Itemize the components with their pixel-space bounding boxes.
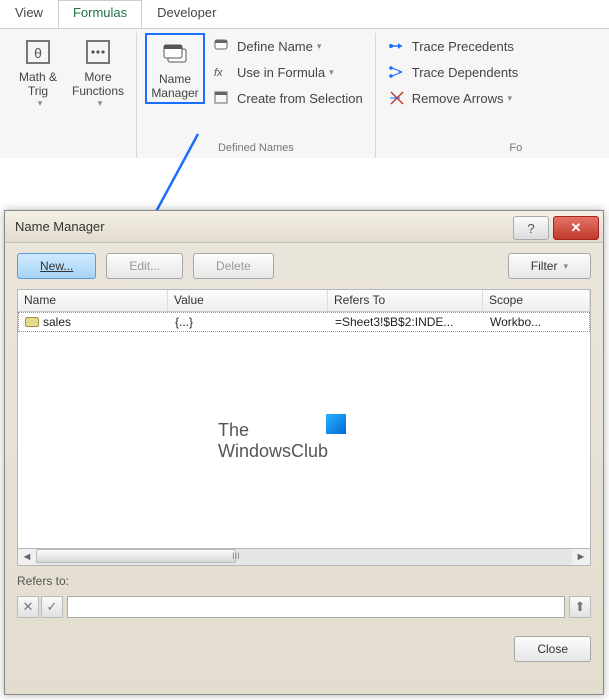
horizontal-scrollbar[interactable]: ◄ ⅠⅠⅠ ► bbox=[17, 548, 591, 566]
col-value[interactable]: Value bbox=[168, 290, 328, 311]
names-listview[interactable]: Name Value Refers To Scope sales {...} =… bbox=[17, 289, 591, 549]
col-scope[interactable]: Scope bbox=[483, 290, 590, 311]
trace-precedents-icon bbox=[388, 37, 406, 55]
scroll-right-icon[interactable]: ► bbox=[572, 551, 590, 563]
group-formula-auditing: Trace Precedents Trace Dependents Remove… bbox=[376, 33, 530, 158]
use-in-formula-label: Use in Formula bbox=[237, 65, 325, 80]
close-x-button[interactable]: ✕ bbox=[553, 216, 599, 240]
ribbon-tabs: View Formulas Developer bbox=[0, 0, 609, 28]
tag-icon bbox=[213, 37, 231, 55]
close-icon: ✕ bbox=[571, 220, 582, 236]
tab-developer[interactable]: Developer bbox=[142, 0, 231, 28]
watermark: The WindowsClub bbox=[218, 420, 328, 462]
refers-accept-button[interactable]: ✓ bbox=[41, 596, 63, 618]
name-manager-icon bbox=[158, 39, 192, 69]
chevron-down-icon: ▾ bbox=[563, 261, 568, 272]
watermark-line1: The bbox=[218, 420, 249, 441]
group-function-lib: θ Math & Trig ▾ More Functions ▾ bbox=[0, 33, 137, 158]
define-name-button[interactable]: Define Name ▾ bbox=[209, 33, 367, 59]
dialog-title: Name Manager bbox=[15, 219, 105, 234]
scroll-left-icon[interactable]: ◄ bbox=[18, 551, 36, 563]
selection-icon bbox=[213, 89, 231, 107]
svg-text:fx: fx bbox=[214, 67, 223, 79]
name-tag-icon bbox=[25, 317, 39, 327]
row-scope: Workbo... bbox=[484, 313, 589, 331]
dialog-titlebar[interactable]: Name Manager ? ✕ bbox=[5, 211, 603, 243]
check-icon: ✓ bbox=[47, 599, 58, 615]
filter-button[interactable]: Filter ▾ bbox=[508, 253, 591, 279]
help-icon: ? bbox=[527, 221, 534, 236]
math-trig-label: Math & Trig bbox=[10, 70, 66, 98]
edit-button[interactable]: Edit... bbox=[106, 253, 183, 279]
row-refers: =Sheet3!$B$2:INDE... bbox=[329, 313, 484, 331]
theta-icon: θ bbox=[21, 37, 55, 67]
group-defined-names: Name Manager Define Name ▾ fx Use in Form… bbox=[137, 33, 376, 158]
delete-button[interactable]: Delete bbox=[193, 253, 274, 279]
name-manager-label: Name Manager bbox=[149, 72, 201, 100]
name-manager-button[interactable]: Name Manager bbox=[145, 33, 205, 104]
svg-text:θ: θ bbox=[34, 45, 42, 61]
watermark-logo-icon bbox=[326, 414, 346, 434]
x-icon: ✕ bbox=[23, 599, 34, 615]
use-in-formula-button[interactable]: fx Use in Formula ▾ bbox=[209, 59, 367, 85]
remove-arrows-label: Remove Arrows bbox=[412, 91, 504, 106]
tab-view[interactable]: View bbox=[0, 0, 58, 28]
col-refers[interactable]: Refers To bbox=[328, 290, 483, 311]
more-functions-button[interactable]: More Functions ▾ bbox=[68, 33, 128, 111]
tab-formulas[interactable]: Formulas bbox=[58, 0, 142, 28]
trace-dependents-button[interactable]: Trace Dependents bbox=[384, 59, 522, 85]
chevron-down-icon: ▾ bbox=[317, 41, 322, 52]
scroll-thumb[interactable] bbox=[36, 549, 236, 563]
listview-header[interactable]: Name Value Refers To Scope bbox=[18, 290, 590, 312]
collapse-icon: ⬆ bbox=[575, 599, 586, 615]
ribbon-body: θ Math & Trig ▾ More Functions ▾ Name Ma… bbox=[0, 28, 609, 158]
collapse-dialog-button[interactable]: ⬆ bbox=[569, 596, 591, 618]
close-button[interactable]: Close bbox=[514, 636, 591, 662]
col-name[interactable]: Name bbox=[18, 290, 168, 311]
table-row[interactable]: sales {...} =Sheet3!$B$2:INDE... Workbo.… bbox=[18, 312, 590, 332]
create-from-selection-button[interactable]: Create from Selection bbox=[209, 85, 367, 111]
chevron-down-icon: ▾ bbox=[98, 98, 103, 109]
chevron-down-icon: ▾ bbox=[507, 93, 512, 104]
refers-cancel-button[interactable]: ✕ bbox=[17, 596, 39, 618]
trace-precedents-button[interactable]: Trace Precedents bbox=[384, 33, 522, 59]
trace-dependents-icon bbox=[388, 63, 406, 81]
create-from-selection-label: Create from Selection bbox=[237, 91, 363, 106]
math-trig-button[interactable]: θ Math & Trig ▾ bbox=[8, 33, 68, 111]
refers-to-label: Refers to: bbox=[17, 574, 591, 588]
more-functions-label: More Functions bbox=[70, 70, 126, 98]
scroll-grip-icon: ⅠⅠⅠ bbox=[232, 551, 240, 562]
chevron-down-icon: ▾ bbox=[329, 67, 334, 78]
trace-precedents-label: Trace Precedents bbox=[412, 39, 514, 54]
watermark-line2: WindowsClub bbox=[218, 441, 328, 462]
formula-auditing-group-label: Fo bbox=[384, 140, 522, 158]
new-button[interactable]: New... bbox=[17, 253, 96, 279]
row-name: sales bbox=[43, 315, 71, 329]
filter-button-label: Filter bbox=[531, 259, 558, 273]
new-button-label: New... bbox=[40, 259, 73, 273]
scroll-track[interactable]: ⅠⅠⅠ bbox=[36, 549, 572, 565]
refers-to-input[interactable] bbox=[67, 596, 565, 618]
dots-icon bbox=[81, 37, 115, 67]
row-value: {...} bbox=[169, 313, 329, 331]
fx-icon: fx bbox=[213, 63, 231, 81]
trace-dependents-label: Trace Dependents bbox=[412, 65, 518, 80]
remove-arrows-icon bbox=[388, 89, 406, 107]
name-manager-dialog: Name Manager ? ✕ New... Edit... Delete F… bbox=[4, 210, 604, 695]
chevron-down-icon: ▾ bbox=[38, 98, 43, 109]
group-label-blank bbox=[66, 140, 69, 158]
define-name-label: Define Name bbox=[237, 39, 313, 54]
defined-names-group-label: Defined Names bbox=[218, 140, 294, 158]
help-button[interactable]: ? bbox=[513, 216, 549, 240]
remove-arrows-button[interactable]: Remove Arrows▾ bbox=[384, 85, 522, 111]
